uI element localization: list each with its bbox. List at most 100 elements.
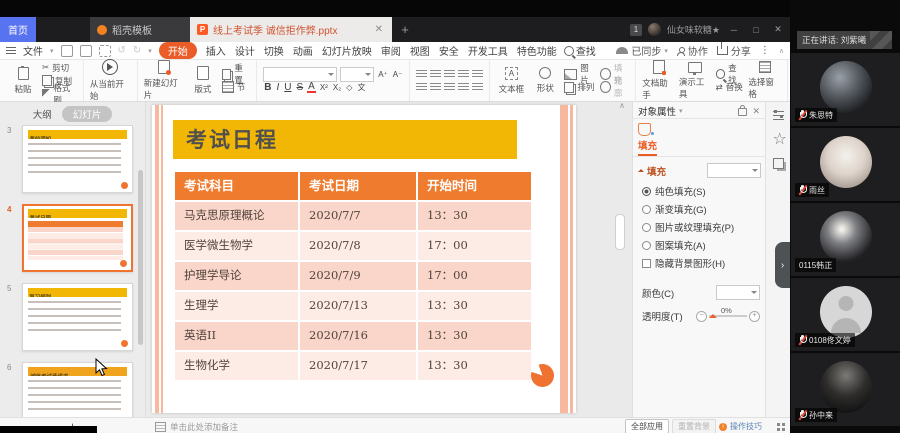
justify-icon[interactable]	[458, 83, 469, 92]
tips-link[interactable]: 操作技巧	[730, 421, 762, 432]
table-cell[interactable]: 英语II	[175, 322, 298, 350]
increase-font-button[interactable]: A⁺	[377, 70, 389, 79]
radio-icon[interactable]	[642, 223, 651, 232]
align-right-icon[interactable]	[444, 83, 455, 92]
table-cell[interactable]: 马克思原理概论	[175, 202, 298, 230]
subscript-button[interactable]: X₂	[332, 83, 342, 92]
panel-close-icon[interactable]: ✕	[750, 106, 762, 117]
replace-button[interactable]: ⇄替换	[716, 82, 745, 93]
arrange-button[interactable]: 排列	[564, 82, 595, 93]
table-cell[interactable]: 生物化学	[175, 352, 298, 380]
file-menu[interactable]: 文件	[23, 43, 43, 58]
table-row[interactable]: 生物化学2020/7/1713：30	[175, 350, 531, 380]
fill-option-图片或纹理填充(P)[interactable]: 图片或纹理填充(P)	[633, 218, 766, 236]
slide-thumbnail-5[interactable]: 复习规划	[22, 283, 133, 351]
table-row[interactable]: 生理学2020/7/1313：30	[175, 290, 531, 320]
menu-item-切换[interactable]: 切换	[264, 43, 284, 58]
slider-track[interactable]: 0%	[709, 315, 747, 317]
slider-minus-button[interactable]: −	[696, 311, 707, 322]
cut-button[interactable]: ✂剪切	[42, 62, 77, 73]
canvas-collapse-icon[interactable]: ∧	[619, 101, 625, 110]
fill-tab[interactable]: 填充	[638, 138, 657, 156]
font-size-combo[interactable]	[340, 67, 374, 82]
radio-icon[interactable]	[642, 187, 651, 196]
apply-all-button[interactable]: 全部应用	[625, 419, 669, 433]
fill-option-纯色填充(S)[interactable]: 纯色填充(S)	[633, 182, 766, 200]
collapse-ribbon-icon[interactable]: ∧	[779, 47, 784, 55]
align-center-icon[interactable]	[430, 83, 441, 92]
more-menu-icon[interactable]: ⋮	[760, 45, 770, 56]
clear-format-button[interactable]: ◇	[345, 83, 353, 92]
expand-panel-tab[interactable]: ›	[775, 242, 790, 288]
picture-button[interactable]: 图片	[564, 69, 595, 80]
slide-thumbnail-4[interactable]: 考试日程	[22, 204, 133, 272]
menu-item-幻灯片放映[interactable]: 幻灯片放映	[322, 43, 372, 58]
section-button[interactable]: 节	[222, 82, 250, 93]
transparency-slider[interactable]: − 0% +	[696, 311, 760, 322]
bullet-list-icon[interactable]	[416, 70, 427, 79]
strikethrough-button[interactable]: S	[295, 82, 304, 93]
table-cell[interactable]: 护理学导论	[175, 262, 298, 290]
sync-status[interactable]: 已同步 ▾	[616, 43, 668, 58]
table-cell[interactable]: 2020/7/17	[298, 352, 416, 380]
print-preview-icon[interactable]	[99, 45, 111, 57]
tab-outline[interactable]: 大纲	[33, 107, 52, 121]
participant-tile[interactable]: 0115韩正	[791, 203, 900, 276]
message-badge[interactable]: 1	[630, 24, 642, 36]
underline-button[interactable]: U	[283, 82, 292, 93]
participant-tile[interactable]: 朱思特	[791, 53, 900, 126]
fill-bucket-icon[interactable]	[638, 123, 651, 136]
menu-item-视图[interactable]: 视图	[410, 43, 430, 58]
close-button[interactable]: ✕	[770, 24, 786, 35]
radio-icon[interactable]	[642, 205, 651, 214]
doc-assistant-button[interactable]: 文档助手	[642, 60, 675, 101]
quickbar-caret-icon[interactable]: ▾	[148, 47, 152, 55]
menu-item-特色功能[interactable]: 特色功能	[517, 43, 557, 58]
account-avatar[interactable]	[648, 23, 661, 36]
table-cell[interactable]: 17：00	[416, 262, 531, 290]
radio-icon[interactable]	[642, 241, 651, 250]
table-cell[interactable]: 13：30	[416, 292, 531, 320]
participant-tile[interactable]: 雨丝	[791, 128, 900, 201]
font-name-combo[interactable]	[263, 67, 337, 82]
table-cell[interactable]: 生理学	[175, 292, 298, 320]
share-button[interactable]: 分享	[717, 43, 751, 58]
fill-option-渐变填充(G)[interactable]: 渐变填充(G)	[633, 200, 766, 218]
fill-option-图案填充(A)[interactable]: 图案填充(A)	[633, 236, 766, 254]
table-cell[interactable]: 17：00	[416, 232, 531, 260]
decrease-font-button[interactable]: A⁻	[392, 70, 404, 79]
text-effect-button[interactable]: 文	[356, 82, 366, 93]
reset-button[interactable]: 重置	[222, 69, 250, 80]
present-tools-button[interactable]: 演示工具	[679, 62, 712, 100]
slide-thumbnail-3[interactable]: 考前须知	[22, 125, 133, 193]
table-row[interactable]: 护理学导论2020/7/917：00	[175, 260, 531, 290]
find-button[interactable]: 查找	[716, 69, 745, 80]
slide-table[interactable]: 考试科目考试日期开始时间马克思原理概论2020/7/713：30医学微生物学20…	[175, 172, 531, 380]
layout-button[interactable]: 版式	[188, 66, 218, 95]
indent-icon[interactable]	[458, 70, 469, 79]
find-menu[interactable]: 查找	[564, 43, 596, 58]
tab-slides[interactable]: 幻灯片	[62, 106, 113, 122]
align-left-icon[interactable]	[416, 83, 427, 92]
new-slide-button[interactable]: 新建幻灯片	[144, 60, 184, 101]
table-cell[interactable]: 13：30	[416, 352, 531, 380]
color-dropdown[interactable]	[716, 285, 760, 300]
menu-item-开发工具[interactable]: 开发工具	[468, 43, 508, 58]
menu-item-插入[interactable]: 插入	[206, 43, 226, 58]
layers-rail-icon[interactable]	[773, 158, 784, 169]
table-cell[interactable]: 2020/7/7	[298, 202, 416, 230]
home-tab[interactable]: 首页	[0, 17, 36, 42]
text-direction-icon[interactable]	[472, 70, 483, 79]
new-tab-button[interactable]: +	[392, 17, 418, 42]
table-cell[interactable]: 2020/7/13	[298, 292, 416, 320]
table-cell[interactable]: 医学微生物学	[175, 232, 298, 260]
italic-button[interactable]: I	[275, 82, 280, 93]
maximize-button[interactable]: □	[748, 25, 764, 35]
menu-item-审阅[interactable]: 审阅	[381, 43, 401, 58]
view-grid-corner[interactable]	[766, 423, 790, 431]
hide-bg-checkbox[interactable]	[642, 259, 651, 268]
close-tab-icon[interactable]: ✕	[373, 24, 385, 35]
menu-item-动画[interactable]: 动画	[293, 43, 313, 58]
menu-item-开始[interactable]: 开始	[159, 42, 197, 59]
slide-thumbnail-6[interactable]: 诚信考试承诺书	[22, 362, 133, 417]
